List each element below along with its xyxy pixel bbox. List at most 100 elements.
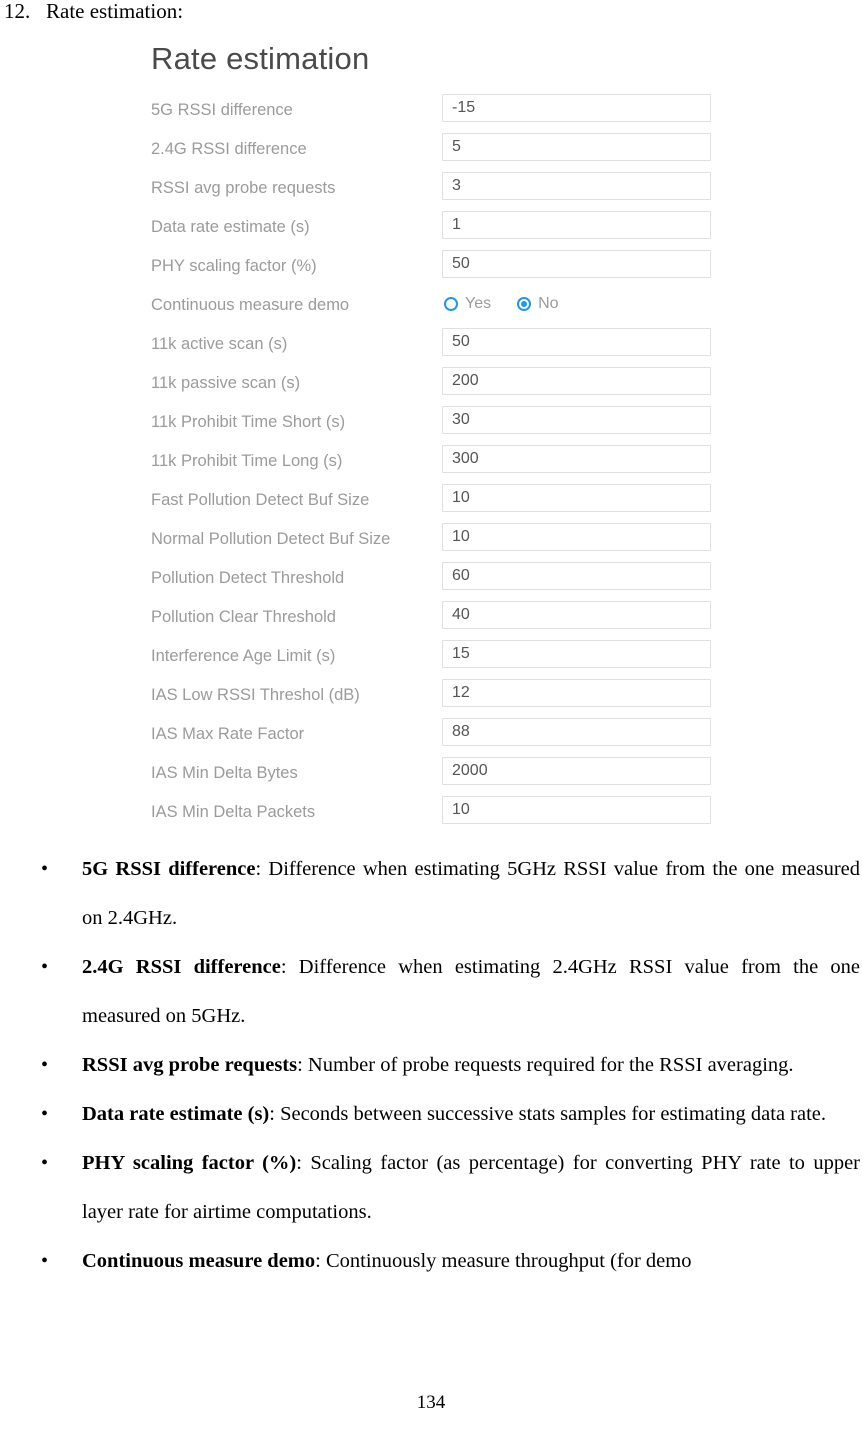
text-input[interactable] xyxy=(442,133,711,161)
field-label: Fast Pollution Detect Buf Size xyxy=(151,491,370,509)
field-label: Pollution Detect Threshold xyxy=(151,569,345,587)
panel-title: Rate estimation xyxy=(151,41,370,76)
description-term: 2.4G RSSI difference xyxy=(82,956,281,978)
settings-form: 5G RSSI difference 2.4G RSSI difference RS… xyxy=(0,94,862,835)
field-control xyxy=(442,445,711,473)
form-row: Fast Pollution Detect Buf Size xyxy=(0,484,862,523)
field-label: IAS Low RSSI Threshol (dB) xyxy=(151,686,360,704)
rate-estimation-panel: Rate estimation 5G RSSI difference 2.4G R… xyxy=(0,28,862,833)
description-text: : Seconds between successive stats sampl… xyxy=(269,1103,827,1125)
field-label: Interference Age Limit (s) xyxy=(151,647,336,665)
field-control xyxy=(442,796,711,824)
text-input[interactable] xyxy=(442,367,711,395)
form-row: Pollution Clear Threshold xyxy=(0,601,862,640)
field-control xyxy=(442,640,711,668)
text-input[interactable] xyxy=(442,250,711,278)
form-row: Data rate estimate (s) xyxy=(0,211,862,250)
text-input[interactable] xyxy=(442,445,711,473)
text-input[interactable] xyxy=(442,94,711,122)
field-label: IAS Min Delta Bytes xyxy=(151,764,298,782)
field-label: Normal Pollution Detect Buf Size xyxy=(151,530,391,548)
form-row: IAS Min Delta Bytes xyxy=(0,757,862,796)
document-heading: 12. Rate estimation: xyxy=(4,0,504,24)
description-text: : Continuously measure throughput (for d… xyxy=(315,1250,692,1272)
field-label: 11k passive scan (s) xyxy=(151,374,301,392)
field-label: 11k active scan (s) xyxy=(151,335,288,353)
field-label: Continuous measure demo xyxy=(151,296,350,314)
form-row: Interference Age Limit (s) xyxy=(0,640,862,679)
text-input[interactable] xyxy=(442,679,711,707)
text-input[interactable] xyxy=(442,484,711,512)
field-label: RSSI avg probe requests xyxy=(151,179,336,197)
radio-option-no[interactable]: No xyxy=(517,295,559,313)
description-item: PHY scaling factor (%): Scaling factor (… xyxy=(0,1139,862,1237)
form-row: 2.4G RSSI difference xyxy=(0,133,862,172)
radio-button-icon[interactable] xyxy=(517,297,532,311)
field-label: 11k Prohibit Time Long (s) xyxy=(151,452,343,470)
field-control xyxy=(442,211,711,239)
text-input[interactable] xyxy=(442,523,711,551)
field-label: PHY scaling factor (%) xyxy=(151,257,317,275)
field-label: IAS Max Rate Factor xyxy=(151,725,305,743)
field-control xyxy=(442,328,711,356)
description-text: : Number of probe requests required for … xyxy=(297,1054,794,1076)
text-input[interactable] xyxy=(442,328,711,356)
form-row: 11k Prohibit Time Long (s) xyxy=(0,445,862,484)
description-term: 5G RSSI difference xyxy=(82,858,256,880)
form-row: 5G RSSI difference xyxy=(0,94,862,133)
form-row: RSSI avg probe requests xyxy=(0,172,862,211)
form-row: IAS Low RSSI Threshol (dB) xyxy=(0,679,862,718)
form-row: Normal Pollution Detect Buf Size xyxy=(0,523,862,562)
description-term: Data rate estimate (s) xyxy=(82,1103,270,1125)
field-label: Pollution Clear Threshold xyxy=(151,608,336,626)
text-input[interactable] xyxy=(442,718,711,746)
text-input[interactable] xyxy=(442,757,711,785)
description-item: Continuous measure demo: Continuously me… xyxy=(0,1237,862,1286)
field-control xyxy=(442,172,711,200)
form-row: PHY scaling factor (%) xyxy=(0,250,862,289)
field-control xyxy=(442,757,711,785)
description-term: RSSI avg probe requests xyxy=(82,1054,298,1076)
field-control xyxy=(442,484,711,512)
form-row: Pollution Detect Threshold xyxy=(0,562,862,601)
form-row: 11k passive scan (s) xyxy=(0,367,862,406)
field-label: Data rate estimate (s) xyxy=(151,218,310,236)
text-input[interactable] xyxy=(442,172,711,200)
description-list: 5G RSSI difference: Difference when esti… xyxy=(0,845,862,1286)
text-input[interactable] xyxy=(442,406,711,434)
form-row: 11k Prohibit Time Short (s) xyxy=(0,406,862,445)
field-control xyxy=(442,523,711,551)
field-control xyxy=(442,133,711,161)
text-input[interactable] xyxy=(442,640,711,668)
heading-text: Rate estimation: xyxy=(46,0,184,23)
field-control xyxy=(442,94,711,122)
form-row: 11k active scan (s) xyxy=(0,328,862,367)
field-control xyxy=(442,250,711,278)
field-control xyxy=(442,718,711,746)
text-input[interactable] xyxy=(442,562,711,590)
page-number: 134 xyxy=(416,1392,446,1413)
text-input[interactable] xyxy=(442,601,711,629)
form-row: IAS Max Rate Factor xyxy=(0,718,862,757)
radio-option-label: Yes xyxy=(465,295,492,312)
text-input[interactable] xyxy=(442,211,711,239)
field-label: 11k Prohibit Time Short (s) xyxy=(151,413,346,431)
field-label: 2.4G RSSI difference xyxy=(151,140,307,158)
description-term: PHY scaling factor (%) xyxy=(82,1152,297,1174)
form-row: IAS Min Delta Packets xyxy=(0,796,862,835)
field-control xyxy=(442,406,711,434)
heading-number: 12. xyxy=(4,0,31,23)
description-term: Continuous measure demo xyxy=(82,1250,316,1272)
description-item: RSSI avg probe requests: Number of probe… xyxy=(0,1041,862,1090)
field-control xyxy=(442,601,711,629)
radio-option-yes[interactable]: Yes xyxy=(444,295,491,313)
radio-button-icon[interactable] xyxy=(444,297,458,311)
field-control xyxy=(442,562,711,590)
description-item: 5G RSSI difference: Difference when esti… xyxy=(0,845,862,943)
radio-group: Yes No xyxy=(444,292,585,316)
field-control xyxy=(442,367,711,395)
description-item: 2.4G RSSI difference: Difference when es… xyxy=(0,943,862,1041)
text-input[interactable] xyxy=(442,796,711,824)
radio-option-label: No xyxy=(538,295,559,312)
field-label: 5G RSSI difference xyxy=(151,101,293,119)
